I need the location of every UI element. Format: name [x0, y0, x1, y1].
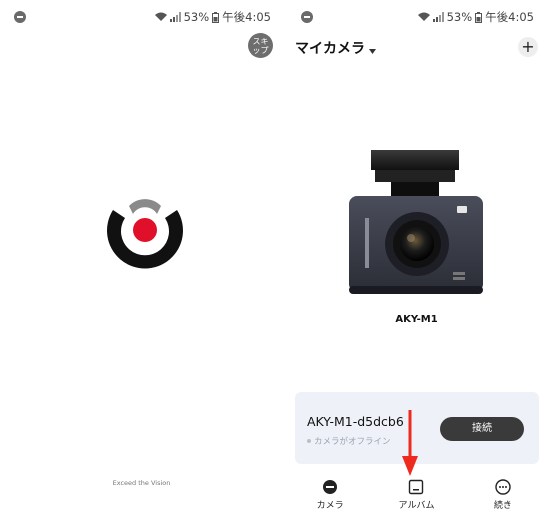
status-right: 53% 午後4:05 [154, 9, 271, 25]
status-right: 53% 午後4:05 [417, 9, 534, 25]
device-name: AKY-M1-d5dcb6 [307, 414, 404, 429]
tab-more[interactable]: 続き [460, 475, 546, 515]
brand-logo [105, 196, 185, 272]
skip-button[interactable]: スキップ [248, 33, 273, 58]
more-icon [495, 479, 511, 495]
clock: 午後4:05 [222, 10, 271, 24]
signal-icon [432, 12, 444, 22]
battery-percent: 53% [183, 10, 210, 24]
splash-screen: 53% 午後4:05 スキップ Exceed the Vision [0, 0, 283, 515]
clock: 午後4:05 [485, 10, 534, 24]
bottom-tab-bar: カメラ アルバム 続き [287, 475, 546, 515]
battery-icon [475, 11, 483, 23]
tagline: Exceed the Vision [112, 479, 171, 487]
camera-list-screen: 53% 午後4:05 マイカメラ + AKY-M1 AKY-M1-d5dcb6 … [287, 0, 546, 515]
tab-camera[interactable]: カメラ [287, 475, 373, 515]
status-bar: 53% 午後4:05 [287, 0, 546, 34]
camera-icon [322, 479, 338, 495]
dashcam-image[interactable] [345, 146, 487, 308]
device-model-label: AKY-M1 [395, 314, 438, 325]
device-status-text: カメラがオフライン [314, 437, 391, 447]
line-notification-icon [12, 9, 28, 25]
line-notification-icon [299, 9, 315, 25]
page-title: マイカメラ [295, 41, 365, 57]
camera-selector[interactable]: マイカメラ [295, 38, 376, 58]
connect-button[interactable]: 接続 [440, 417, 524, 441]
signal-icon [169, 12, 181, 22]
wifi-icon [417, 12, 430, 22]
tab-label: アルバム [398, 501, 435, 511]
tab-album[interactable]: アルバム [373, 475, 459, 515]
battery-percent: 53% [446, 10, 473, 24]
tab-label: カメラ [316, 501, 344, 511]
tab-label: 続き [493, 501, 512, 511]
status-bar: 53% 午後4:05 [0, 0, 283, 34]
red-arrow-annotation [402, 410, 418, 476]
battery-icon [212, 11, 220, 23]
album-icon [408, 479, 424, 495]
status-dot [307, 439, 311, 443]
add-camera-button[interactable]: + [518, 37, 538, 57]
wifi-icon [154, 12, 167, 22]
chevron-down-icon [369, 39, 376, 58]
device-status: カメラがオフライン [307, 435, 391, 447]
